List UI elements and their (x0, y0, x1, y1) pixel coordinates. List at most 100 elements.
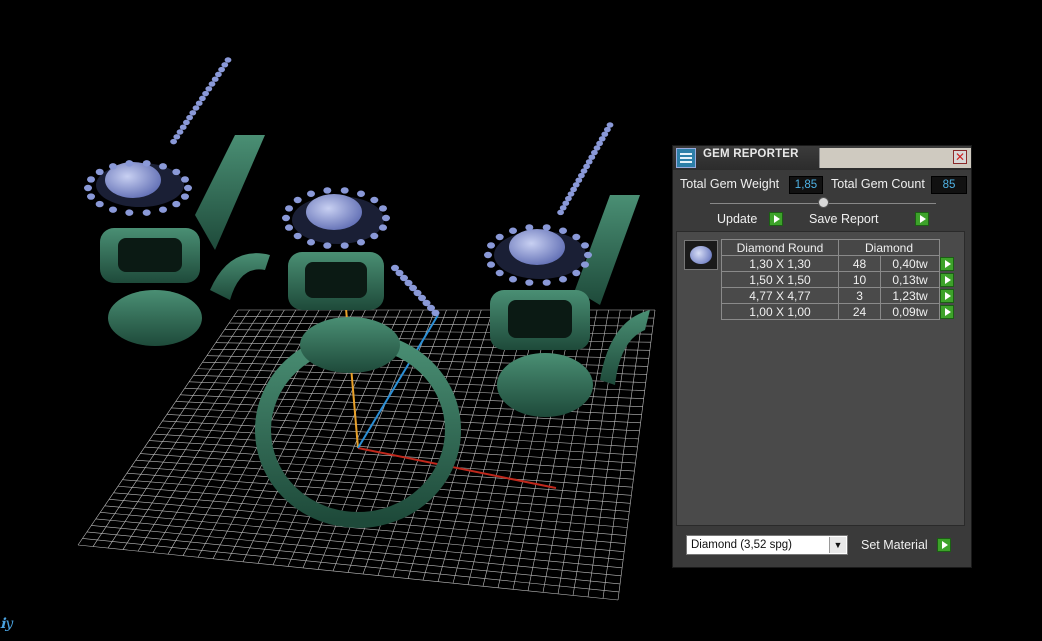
melee-gem (557, 209, 564, 216)
row-action[interactable] (940, 304, 957, 320)
play-arrow-icon[interactable] (940, 272, 954, 287)
melee-gem (357, 239, 365, 246)
melee-gem (199, 95, 206, 102)
collapse-knob[interactable] (818, 197, 829, 208)
melee-gem (431, 309, 440, 317)
grid-line (91, 525, 622, 577)
gem-table: Diamond Round Diamond 1,30 X 1,30 48 0,4… (721, 239, 957, 320)
melee-gem (340, 242, 349, 249)
melee-gem (208, 81, 216, 87)
panel-title: GEM REPORTER (703, 148, 799, 160)
grid-line (131, 466, 631, 504)
grid-line (144, 446, 634, 480)
melee-gem (87, 176, 96, 183)
melee-gem (487, 261, 496, 268)
grid-line (482, 309, 552, 587)
melee-gem (580, 242, 589, 249)
gem-count: 10 (837, 271, 882, 288)
melee-gem (218, 66, 226, 73)
total-gem-count-label: Total Gem Count (831, 177, 925, 191)
melee-gem (125, 209, 134, 216)
grid-line (126, 472, 630, 512)
gem-count: 24 (837, 303, 882, 320)
melee-gem (572, 233, 581, 241)
gem-reporter-panel[interactable]: GEM REPORTER ✕ Total Gem Weight 1,85 Tot… (672, 145, 972, 568)
melee-gem (484, 251, 492, 259)
melee-gem (202, 90, 210, 97)
melee-gem (340, 187, 349, 194)
melee-gem (205, 86, 213, 92)
table-header-row: Diamond Round Diamond (721, 239, 957, 256)
melee-gem (542, 224, 551, 231)
melee-gem (184, 184, 192, 192)
play-arrow-icon[interactable] (940, 304, 954, 319)
table-row[interactable]: 1,00 X 1,00 24 0,09tw (721, 303, 957, 320)
melee-gem (87, 193, 96, 200)
melee-gem (370, 196, 379, 204)
melee-gem (293, 196, 302, 204)
gem-weight: 1,23tw (880, 287, 940, 304)
update-button[interactable] (769, 212, 783, 226)
melee-gem (173, 134, 181, 140)
set-material-label: Set Material (861, 538, 928, 552)
melee-gem (195, 100, 203, 106)
melee-gem (323, 187, 332, 194)
play-arrow-icon[interactable] (940, 256, 954, 271)
dropdown-arrow-icon[interactable]: ▼ (829, 537, 846, 553)
table-row[interactable]: 1,30 X 1,30 48 0,40tw (721, 255, 957, 272)
close-icon[interactable]: ✕ (953, 150, 967, 164)
grid-line (617, 309, 656, 601)
melee-gem (378, 224, 387, 231)
table-row[interactable]: 4,77 X 4,77 3 1,23tw (721, 287, 957, 304)
melee-gem (183, 119, 190, 126)
melee-gem (495, 269, 504, 277)
melee-gem (509, 276, 517, 283)
save-report-button[interactable] (915, 212, 929, 226)
melee-gem (307, 239, 315, 246)
gem-thumbnail-icon[interactable] (684, 240, 718, 270)
melee-gem (525, 224, 534, 231)
gem-list[interactable]: Diamond Round Diamond 1,30 X 1,30 48 0,4… (676, 231, 965, 526)
grid-line (557, 309, 609, 594)
grid-line (527, 309, 586, 591)
gem-size: 1,50 X 1,50 (721, 271, 839, 288)
melee-gem (159, 206, 167, 213)
axis-indicator-icon: ℹy (0, 616, 14, 632)
titlebar-drag-area[interactable] (819, 148, 971, 168)
gem-size: 1,30 X 1,30 (721, 255, 839, 272)
melee-gem (95, 200, 104, 208)
melee-gem (282, 214, 290, 222)
row-action[interactable] (940, 272, 957, 288)
melee-gem (584, 251, 592, 259)
melee-gem (580, 261, 589, 268)
melee-gem (293, 232, 302, 240)
melee-gem (224, 57, 232, 63)
grid-line (86, 531, 621, 585)
melee-gem (370, 232, 379, 240)
melee-gem (142, 209, 151, 216)
material-select[interactable]: Diamond (3,52 spg) ▼ (686, 535, 848, 555)
melee-gem (559, 227, 567, 234)
panel-titlebar[interactable]: GEM REPORTER ✕ (673, 146, 971, 170)
melee-gem (170, 138, 178, 145)
grid-line (497, 309, 563, 588)
melee-gem (211, 76, 219, 82)
set-material-button[interactable] (937, 538, 951, 552)
melee-gem (192, 105, 200, 111)
melee-gem (572, 269, 581, 277)
play-arrow-icon[interactable] (940, 288, 954, 303)
grid-line (542, 309, 598, 593)
row-action[interactable] (940, 256, 957, 272)
app-icon (676, 148, 696, 168)
left-ring-assembly[interactable] (96, 135, 270, 346)
gem-weight: 0,40tw (880, 255, 940, 272)
melee-gem (176, 129, 184, 135)
melee-gem (142, 160, 151, 167)
melee-gem (525, 279, 534, 286)
melee-gem (125, 160, 134, 167)
row-action[interactable] (940, 288, 957, 304)
table-row[interactable]: 1,50 X 1,50 10 0,13tw (721, 271, 957, 288)
melee-gem (285, 205, 294, 212)
gem-weight: 0,13tw (880, 271, 940, 288)
melee-gem (109, 206, 117, 213)
